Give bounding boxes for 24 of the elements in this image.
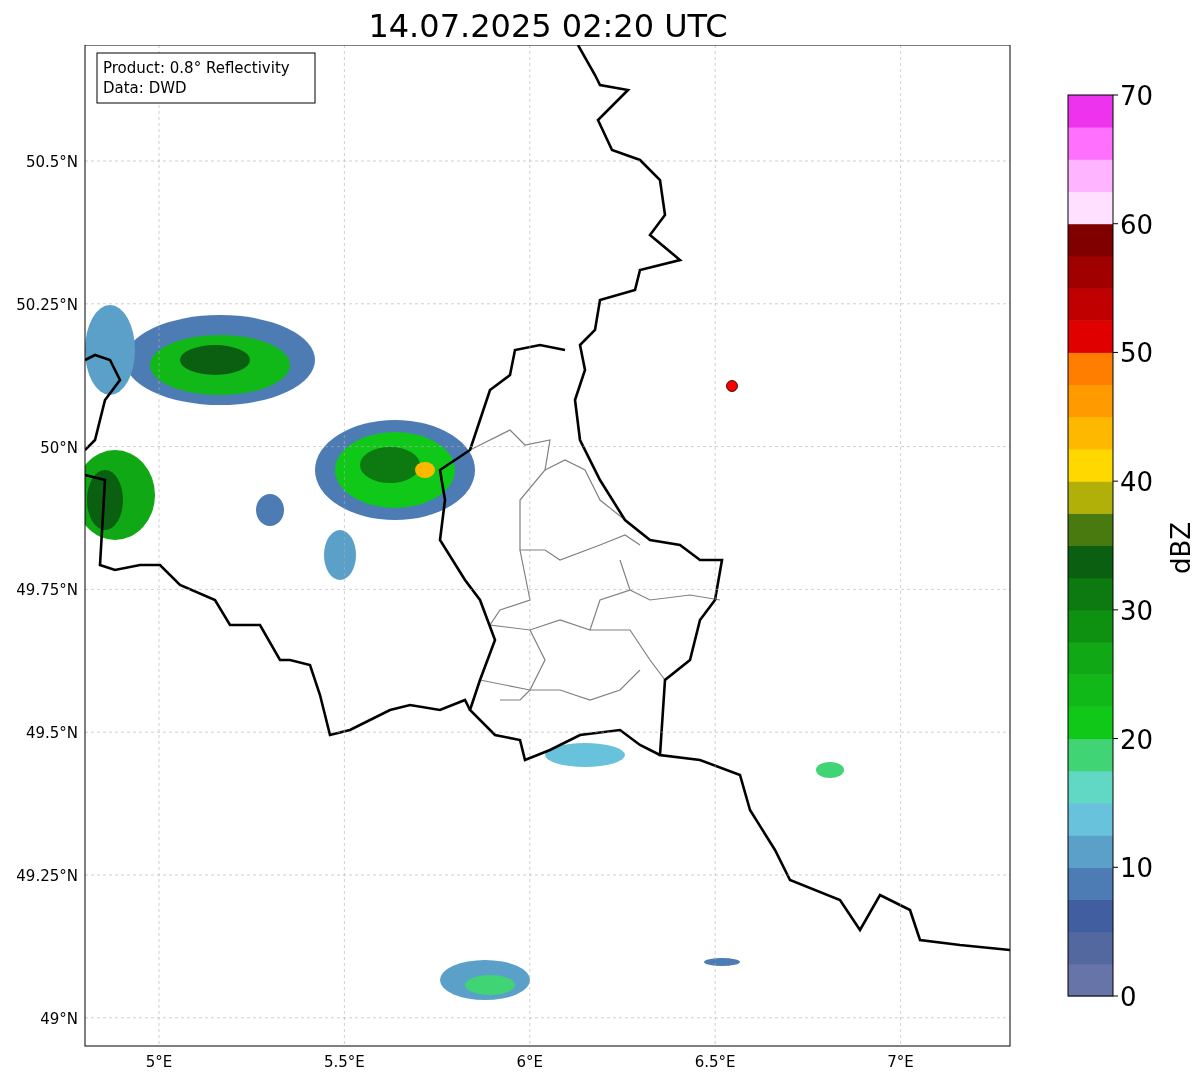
axis-tick-label: 50.5°N [25,153,78,171]
axis-tick-label: 5.5°E [324,1053,365,1071]
axis-tick-label: 6.5°E [694,1053,736,1071]
colorbar-tick-label: 20 [1120,724,1154,755]
colorbar-tick-label: 30 [1120,595,1154,626]
axis-tick-label: 49.5°N [25,724,78,743]
colorbar-tick-label: 70 [1120,81,1154,111]
axis-tick-label: 50°N [40,438,78,457]
colorbar-tick-label: 50 [1120,338,1154,369]
plot-title: 14.07.2025 02:20 UTC [367,6,729,45]
axis-tick-label: 49.25°N [16,867,78,885]
colorbar-tick-label: 40 [1120,467,1154,498]
axis-tick-label: 49.75°N [16,581,78,600]
colorbar-tick-label: 60 [1120,209,1154,240]
colorbar-tick-label: 0 [1120,982,1137,1012]
axis-tick-label: 5°E [145,1053,173,1071]
axis-tick-label: 6°E [516,1053,544,1071]
axis-tick-label: 7°E [887,1053,914,1071]
axis-tick-label: 50.25°N [16,295,78,314]
legend-text: Data: DWD [103,79,187,97]
axis-tick-label: 49°N [40,1009,78,1028]
legend-text: Product: 0.8° Reflectivity [103,59,290,77]
colorbar-label: dBZ [1166,521,1196,575]
colorbar-tick-label: 10 [1120,853,1154,884]
